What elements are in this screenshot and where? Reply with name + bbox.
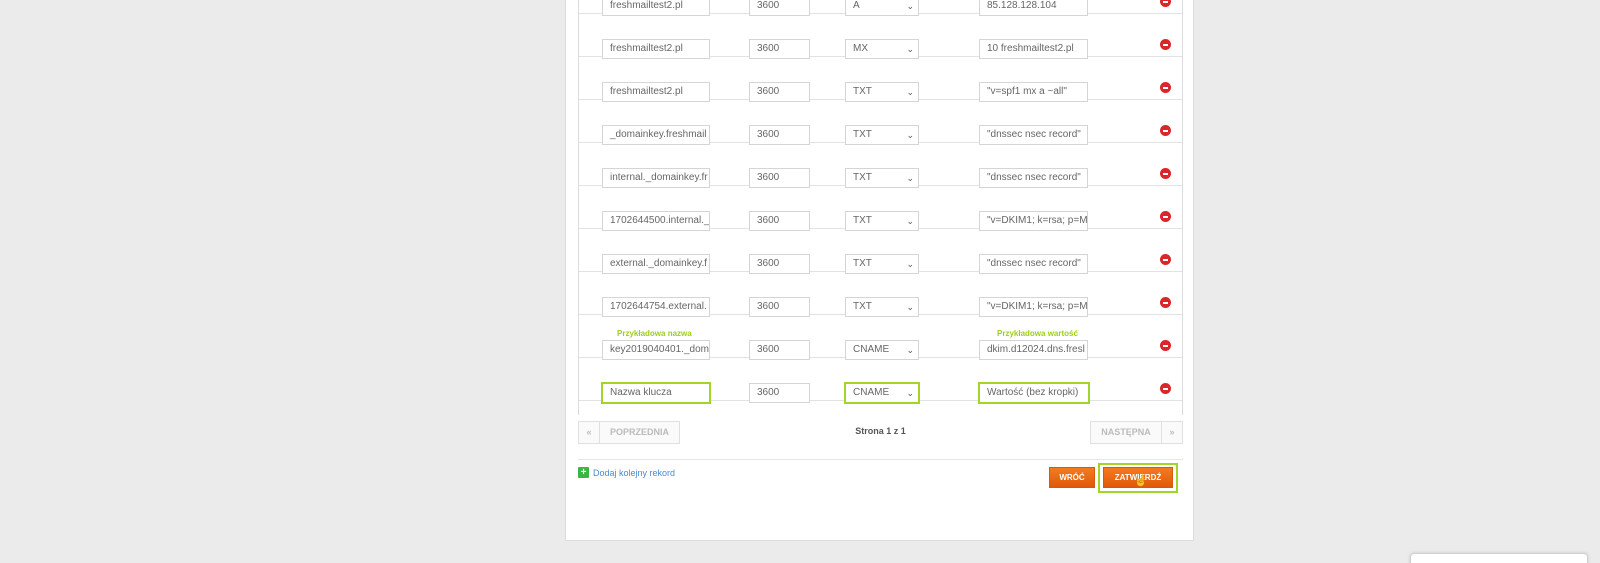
record-value-input[interactable]: "dnssec nsec record" [979,168,1088,188]
record-value-input[interactable]: "v=DKIM1; k=rsa; p=M [979,297,1088,317]
record-type-select[interactable]: TXT ⌄ [845,254,919,274]
delete-record-icon[interactable] [1160,82,1171,93]
record-value-input[interactable]: "v=spf1 mx a ~all" [979,82,1088,102]
record-name-input[interactable]: freshmailtest2.pl [602,39,710,59]
delete-record-icon[interactable] [1160,0,1171,7]
table-row: Nazwa klucza 3600 CNAME ⌄ Wartość (bez kr… [579,358,1182,404]
record-type-select[interactable]: CNAME ⌄ [845,340,919,360]
record-type-value: TXT [853,86,872,97]
table-row: freshmailtest2.pl 3600 A ⌄ 85.128.128.104 [579,0,1182,16]
record-value-input[interactable]: "v=DKIM1; k=rsa; p=M [979,211,1088,231]
record-name-input[interactable]: freshmailtest2.pl [602,82,710,102]
record-ttl-input[interactable]: 3600 [749,211,810,231]
record-ttl-input[interactable]: 3600 [749,168,810,188]
pagination: « POPRZEDNIA Strona 1 z 1 NASTĘPNA » [578,421,1183,446]
add-record-label: Dodaj kolejny rekord [593,467,676,478]
back-button[interactable]: WRÓĆ [1049,467,1095,488]
record-name-input[interactable]: key2019040401._dom [602,340,710,360]
record-ttl-input[interactable]: 3600 [749,82,810,102]
delete-record-icon[interactable] [1160,254,1171,265]
record-type-value: A [853,0,860,11]
record-ttl-input[interactable]: 3600 [749,125,810,145]
chevron-down-icon: ⌄ [906,302,914,312]
dns-records-table: freshmailtest2.pl 3600 A ⌄ 85.128.128.104… [578,0,1183,415]
record-type-select[interactable]: TXT ⌄ [845,82,919,102]
record-name-input[interactable]: external._domainkey.f [602,254,710,274]
record-type-value: MX [853,43,868,54]
table-row: _domainkey.freshmail 3600 TXT ⌄ "dnssec n… [579,100,1182,145]
record-type-select[interactable]: TXT ⌄ [845,168,919,188]
record-type-value: TXT [853,215,872,226]
hand-cursor-icon: ☝ [1134,475,1148,487]
record-type-value: TXT [853,301,872,312]
delete-record-icon[interactable] [1160,383,1171,394]
plus-icon: + [578,467,589,478]
record-value-input[interactable]: "dnssec nsec record" [979,254,1088,274]
record-name-input[interactable]: _domainkey.freshmail [602,125,710,145]
chevron-down-icon: ⌄ [906,259,914,269]
add-record-link[interactable]: + Dodaj kolejny rekord [578,467,675,478]
record-type-select[interactable]: TXT ⌄ [845,297,919,317]
table-row: internal._domainkey.fr 3600 TXT ⌄ "dnssec… [579,143,1182,188]
delete-record-icon[interactable] [1160,39,1171,50]
record-type-value: CNAME [853,387,890,398]
record-type-value: TXT [853,258,872,269]
table-row: external._domainkey.f 3600 TXT ⌄ "dnssec … [579,229,1182,274]
delete-record-icon[interactable] [1160,125,1171,136]
table-row: freshmailtest2.pl 3600 TXT ⌄ "v=spf1 mx a… [579,57,1182,102]
corner-widget[interactable] [1410,553,1588,563]
delete-record-icon[interactable] [1160,340,1171,351]
chevron-down-icon: ⌄ [906,44,914,54]
new-record-name-input[interactable]: Nazwa klucza [601,382,711,404]
table-row: Przykładowa nazwa Przykładowa wartość ke… [579,315,1182,360]
record-ttl-input[interactable]: 3600 [749,254,810,274]
table-row: 1702644500.internal._ 3600 TXT ⌄ "v=DKIM1… [579,186,1182,231]
record-type-value: CNAME [853,344,890,355]
delete-record-icon[interactable] [1160,211,1171,222]
record-type-select[interactable]: MX ⌄ [845,39,919,59]
record-value-input[interactable]: "dnssec nsec record" [979,125,1088,145]
chevron-down-icon: ⌄ [906,173,914,183]
table-row: freshmailtest2.pl 3600 MX ⌄ 10 freshmailt… [579,14,1182,59]
chevron-down-icon: ⌄ [906,130,914,140]
new-record-value-input[interactable]: Wartość (bez kropki) [978,382,1090,404]
record-ttl-input[interactable]: 3600 [749,297,810,317]
last-page-button[interactable]: » [1161,421,1183,444]
record-ttl-input[interactable]: 3600 [749,340,810,360]
chevron-down-icon: ⌄ [906,345,914,355]
record-ttl-input[interactable]: 3600 [749,39,810,59]
delete-record-icon[interactable] [1160,297,1171,308]
record-type-value: TXT [853,129,872,140]
record-type-select[interactable]: TXT ⌄ [845,211,919,231]
record-name-input[interactable]: 1702644500.internal._ [602,211,710,231]
example-name-annotation: Przykładowa nazwa [617,329,692,338]
example-value-annotation: Przykładowa wartość [997,329,1078,338]
record-type-value: TXT [853,172,872,183]
record-name-input[interactable]: 1702644754.external. [602,297,710,317]
record-type-select[interactable]: TXT ⌄ [845,125,919,145]
record-name-input[interactable]: internal._domainkey.fr [602,168,710,188]
delete-record-icon[interactable] [1160,168,1171,179]
record-value-input[interactable]: dkim.d12024.dns.fresl [979,340,1088,360]
table-row: 1702644754.external. 3600 TXT ⌄ "v=DKIM1;… [579,272,1182,317]
dns-records-panel: freshmailtest2.pl 3600 A ⌄ 85.128.128.104… [565,0,1194,541]
chevron-down-icon: ⌄ [906,87,914,97]
new-record-type-select[interactable]: CNAME ⌄ [844,382,920,404]
record-ttl-input[interactable]: 3600 [749,383,810,403]
chevron-down-icon: ⌄ [906,216,914,226]
next-page-button[interactable]: NASTĘPNA [1090,421,1162,444]
chevron-down-icon: ⌄ [906,1,914,11]
record-value-input[interactable]: 10 freshmailtest2.pl [979,39,1088,59]
divider [578,459,1183,460]
chevron-down-icon: ⌄ [906,388,914,398]
